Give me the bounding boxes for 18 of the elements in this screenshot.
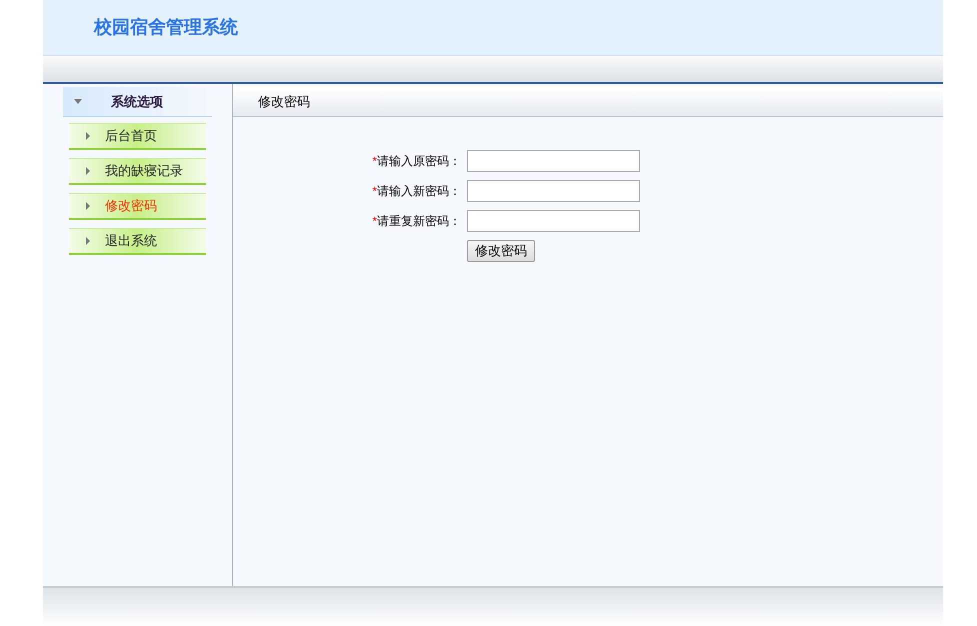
field-label: *请输入原密码： [371, 153, 462, 170]
field-label: *请重复新密码： [371, 213, 462, 230]
sidebar-item[interactable]: 退出系统 [69, 228, 206, 255]
sidebar-title: 系统选项 [111, 92, 163, 111]
arrow-icon [86, 202, 90, 210]
arrow-icon [86, 167, 90, 175]
password-field[interactable] [467, 180, 640, 202]
content-title: 修改密码 [258, 92, 310, 111]
caret-icon [74, 99, 82, 104]
password-field[interactable] [467, 150, 640, 172]
sidebar-item[interactable]: 后台首页 [69, 123, 206, 150]
arrow-icon [86, 237, 90, 245]
submit-button[interactable]: 修改密码 [467, 240, 535, 262]
system-title: 校园宿舍管理系统 [94, 16, 238, 40]
arrow-icon [86, 132, 90, 140]
field-label: *请输入新密码： [371, 183, 462, 200]
password-field[interactable] [467, 210, 640, 232]
sidebar-item[interactable]: 我的缺寝记录 [69, 158, 206, 185]
